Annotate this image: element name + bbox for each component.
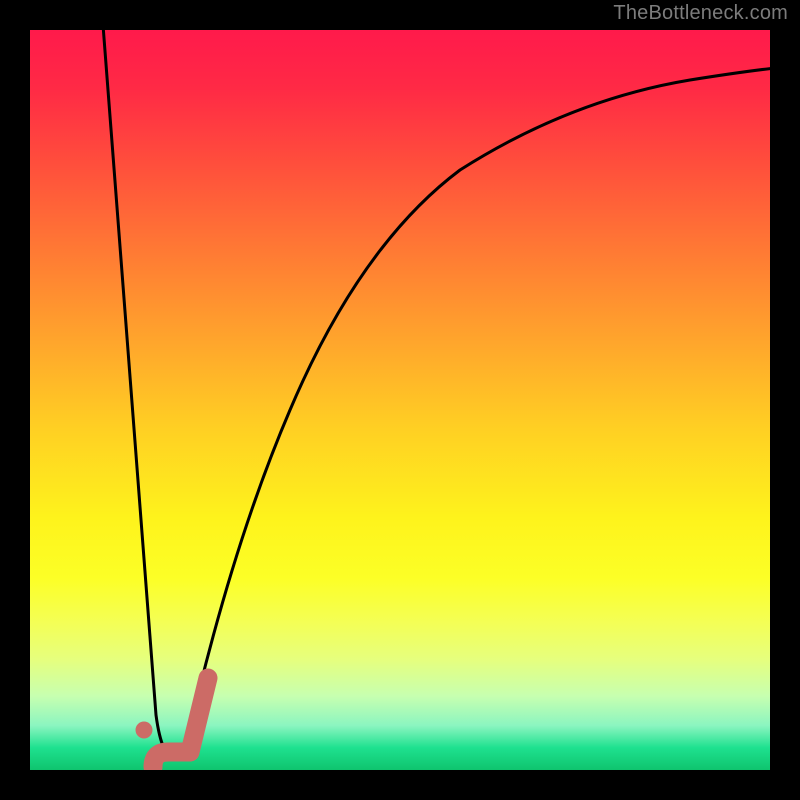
attribution-text: TheBottleneck.com bbox=[613, 2, 788, 25]
chart-frame: TheBottleneck.com bbox=[0, 0, 800, 800]
check-mark-annotation bbox=[30, 30, 770, 770]
bottleneck-curve bbox=[30, 30, 770, 770]
plot-area bbox=[30, 30, 770, 770]
